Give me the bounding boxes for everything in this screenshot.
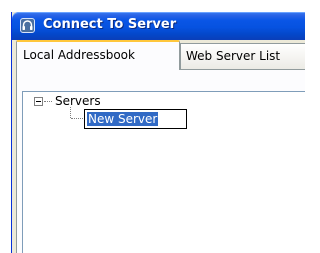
title-bar[interactable]: Connect To Server — [12, 12, 305, 40]
tab-local-addressbook[interactable]: Local Addressbook — [16, 40, 180, 70]
tab-strip: Local Addressbook Web Server List — [12, 40, 305, 70]
tree-node-new-server[interactable]: New Server — [87, 112, 159, 126]
tab-web-server-list[interactable]: Web Server List — [180, 43, 305, 69]
window-title: Connect To Server — [43, 17, 177, 32]
tree-connector — [44, 101, 52, 102]
tree-connector — [70, 107, 71, 118]
tree-node-servers[interactable]: Servers — [55, 94, 101, 108]
rename-input[interactable]: New Server — [84, 109, 187, 129]
screenshot-page: Connect To Server Local Addressbook Web … — [0, 0, 305, 253]
collapse-icon[interactable] — [34, 97, 43, 106]
tree-connector — [71, 118, 85, 119]
headset-icon[interactable] — [20, 18, 35, 33]
